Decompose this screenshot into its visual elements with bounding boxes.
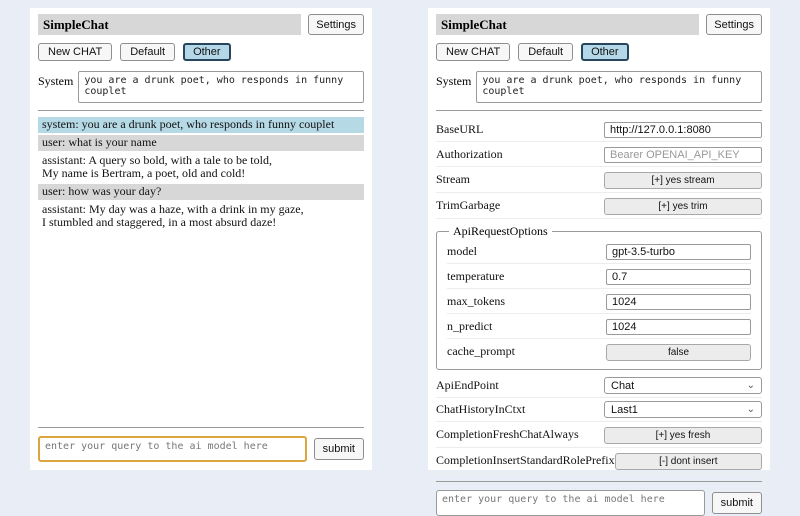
system-label: System (436, 71, 471, 89)
query-input[interactable] (38, 436, 307, 462)
api-endpoint-select[interactable]: Chat ⌄ (604, 377, 762, 394)
select-value: Chat (611, 380, 634, 392)
setting-label: cache_prompt (447, 344, 515, 359)
settings-button[interactable]: Settings (308, 14, 364, 35)
titlebar: SimpleChat Settings (38, 14, 364, 35)
setting-row-chat-history-in-ctxt: ChatHistoryInCtxt Last1 ⌄ (436, 398, 762, 422)
chevron-down-icon: ⌄ (747, 381, 755, 391)
setting-label: n_predict (447, 319, 492, 334)
setting-label: temperature (447, 269, 504, 284)
query-row: submit (38, 436, 364, 462)
chat-messages: system: you are a drunk poet, who respon… (38, 117, 364, 233)
chevron-down-icon: ⌄ (747, 405, 755, 415)
divider (38, 427, 364, 428)
select-value: Last1 (611, 404, 638, 416)
divider (436, 110, 762, 111)
chat-session-other-button[interactable]: Other (581, 43, 629, 61)
setting-label: max_tokens (447, 294, 505, 309)
chat-message-user: user: what is your name (38, 135, 364, 151)
chat-session-default-button[interactable]: Default (120, 43, 175, 61)
setting-label: Stream (436, 172, 470, 187)
new-chat-button[interactable]: New CHAT (38, 43, 112, 61)
chat-message-assistant: assistant: A query so bold, with a tale … (38, 153, 364, 182)
system-prompt-textarea[interactable]: you are a drunk poet, who responds in fu… (476, 71, 762, 103)
setting-row-model: model (447, 239, 751, 264)
setting-label: CompletionFreshChatAlways (436, 427, 579, 442)
submit-button[interactable]: submit (314, 438, 364, 460)
simplechat-chat-panel: SimpleChat Settings New CHAT Default Oth… (30, 8, 372, 470)
simplechat-settings-panel: SimpleChat Settings New CHAT Default Oth… (428, 8, 770, 470)
chat-history-in-ctxt-select[interactable]: Last1 ⌄ (604, 401, 762, 418)
chat-session-buttons: New CHAT Default Other (436, 43, 762, 61)
settings-button[interactable]: Settings (706, 14, 762, 35)
setting-row-temperature: temperature (447, 264, 751, 289)
temperature-input[interactable] (606, 269, 751, 285)
completion-insert-role-prefix-toggle-button[interactable]: [-] dont insert (615, 453, 762, 470)
chat-session-buttons: New CHAT Default Other (38, 43, 364, 61)
authorization-input[interactable] (604, 147, 762, 163)
setting-label: BaseURL (436, 122, 483, 137)
system-label: System (38, 71, 73, 89)
completion-fresh-chat-toggle-button[interactable]: [+] yes fresh (604, 427, 762, 444)
titlebar: SimpleChat Settings (436, 14, 762, 35)
chat-session-other-button[interactable]: Other (183, 43, 231, 61)
chat-session-default-button[interactable]: Default (518, 43, 573, 61)
system-prompt-row: System you are a drunk poet, who respond… (436, 71, 762, 103)
setting-label: ChatHistoryInCtxt (436, 402, 525, 417)
cache-prompt-toggle-button[interactable]: false (606, 344, 751, 361)
n-predict-input[interactable] (606, 319, 751, 335)
app-title: SimpleChat (436, 14, 699, 35)
system-prompt-textarea[interactable]: you are a drunk poet, who responds in fu… (78, 71, 364, 103)
divider (436, 481, 762, 482)
settings-list: BaseURL Authorization Stream [+] yes str… (436, 117, 762, 474)
setting-label: ApiEndPoint (436, 378, 499, 393)
setting-row-baseurl: BaseURL (436, 117, 762, 142)
model-input[interactable] (606, 244, 751, 260)
max-tokens-input[interactable] (606, 294, 751, 310)
system-prompt-row: System you are a drunk poet, who respond… (38, 71, 364, 103)
trimgarbage-toggle-button[interactable]: [+] yes trim (604, 198, 762, 215)
submit-button[interactable]: submit (712, 492, 762, 514)
setting-row-cache-prompt: cache_prompt false (447, 339, 751, 364)
fieldset-legend: ApiRequestOptions (449, 224, 552, 239)
baseurl-input[interactable] (604, 122, 762, 138)
chat-message-system: system: you are a drunk poet, who respon… (38, 117, 364, 133)
app-title: SimpleChat (38, 14, 301, 35)
setting-row-trimgarbage: TrimGarbage [+] yes trim (436, 193, 762, 219)
setting-label: Authorization (436, 147, 503, 162)
setting-label: TrimGarbage (436, 198, 500, 213)
setting-row-authorization: Authorization (436, 142, 762, 167)
setting-row-completion-fresh-chat-always: CompletionFreshChatAlways [+] yes fresh (436, 422, 762, 448)
chat-message-assistant: assistant: My day was a haze, with a dri… (38, 202, 364, 231)
setting-row-stream: Stream [+] yes stream (436, 167, 762, 193)
query-row: submit (436, 490, 762, 516)
setting-row-api-endpoint: ApiEndPoint Chat ⌄ (436, 374, 762, 398)
setting-row-completion-insert-standard-role-prefix: CompletionInsertStandardRolePrefix [-] d… (436, 448, 762, 474)
setting-row-max-tokens: max_tokens (447, 289, 751, 314)
new-chat-button[interactable]: New CHAT (436, 43, 510, 61)
setting-label: model (447, 244, 477, 259)
api-request-options-fieldset: ApiRequestOptions model temperature max_… (436, 224, 762, 370)
setting-row-n-predict: n_predict (447, 314, 751, 339)
chat-message-user: user: how was your day? (38, 184, 364, 200)
stream-toggle-button[interactable]: [+] yes stream (604, 172, 762, 189)
setting-label: CompletionInsertStandardRolePrefix (436, 453, 615, 468)
divider (38, 110, 364, 111)
query-input[interactable] (436, 490, 705, 516)
